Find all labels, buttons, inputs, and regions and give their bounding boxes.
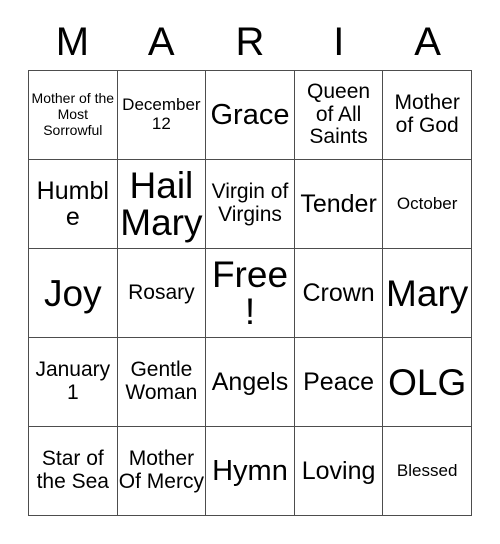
header-letter-2: A	[147, 20, 175, 64]
bingo-cell[interactable]: Mother Of Mercy	[117, 427, 207, 516]
bingo-cell-label: Humble	[36, 176, 109, 231]
bingo-cell-label: Angels	[211, 367, 289, 396]
bingo-cell[interactable]: January 1	[29, 338, 118, 427]
bingo-card: M A R I A Mother of the Most Sorrowful D…	[28, 14, 472, 516]
bingo-grid: Mother of the Most Sorrowful December 12…	[28, 70, 472, 516]
bingo-cell[interactable]: Peace	[294, 338, 384, 427]
bingo-cell[interactable]: Mary	[383, 249, 472, 338]
bingo-cell[interactable]: Rosary	[117, 249, 207, 338]
header-letter-4: I	[333, 20, 345, 64]
bingo-cell[interactable]: Star of the Sea	[29, 427, 118, 516]
bingo-cell[interactable]: Gentle Woman	[117, 338, 207, 427]
bingo-cell-label: Mother of God	[394, 91, 460, 137]
bingo-cell-label: Joy	[44, 272, 102, 314]
bingo-cell-label: Rosary	[128, 280, 195, 304]
bingo-cell-label: Peace	[303, 367, 375, 396]
bingo-cell[interactable]: Grace	[206, 71, 295, 160]
bingo-header-row: M A R I A	[28, 14, 472, 70]
bingo-row: January 1 Gentle Woman Angels Peace OLG	[29, 338, 472, 427]
bingo-cell-label: January 1	[35, 358, 111, 404]
bingo-cell-label: Mother Of Mercy	[118, 447, 204, 493]
bingo-cell-label: Loving	[301, 456, 376, 485]
bingo-cell-label: Blessed	[396, 460, 458, 480]
bingo-cell-label: October	[396, 193, 458, 213]
bingo-cell-label: Crown	[302, 278, 375, 307]
bingo-cell-label: Star of the Sea	[36, 447, 109, 493]
header-letter-5: A	[414, 20, 441, 64]
bingo-cell[interactable]: Humble	[29, 160, 118, 249]
bingo-row: Mother of the Most Sorrowful December 12…	[29, 71, 472, 160]
bingo-cell[interactable]: Virgin of Virgins	[206, 160, 295, 249]
bingo-cell-label: Hymn	[212, 454, 288, 487]
bingo-cell-label: Free!	[211, 254, 289, 332]
bingo-cell[interactable]: Mother of God	[383, 71, 472, 160]
bingo-cell[interactable]: October	[383, 160, 472, 249]
header-letter-1: M	[55, 20, 90, 64]
bingo-cell[interactable]: Joy	[29, 249, 118, 338]
bingo-row: Joy Rosary Free! Crown Mary	[29, 249, 472, 338]
bingo-row: Star of the Sea Mother Of Mercy Hymn Lov…	[29, 427, 472, 516]
bingo-cell-label: Mother of the Most Sorrowful	[31, 90, 115, 138]
bingo-cell-label: Gentle Woman	[125, 358, 198, 404]
bingo-cell[interactable]: Hymn	[206, 427, 295, 516]
bingo-cell-label: December 12	[122, 95, 201, 133]
bingo-cell[interactable]: Tender	[294, 160, 384, 249]
bingo-cell[interactable]: OLG	[383, 338, 472, 427]
bingo-cell-label: Grace	[210, 98, 290, 131]
bingo-cell[interactable]: Crown	[294, 249, 384, 338]
bingo-cell-label: Queen of All Saints	[307, 79, 371, 149]
bingo-cell[interactable]: Queen of All Saints	[294, 71, 384, 160]
bingo-cell[interactable]: Angels	[206, 338, 295, 427]
bingo-row: Humble Hail Mary Virgin of Virgins Tende…	[29, 160, 472, 249]
bingo-cell[interactable]: Mother of the Most Sorrowful	[29, 71, 118, 160]
bingo-cell[interactable]: Blessed	[383, 427, 472, 516]
bingo-cell-label: Tender	[300, 189, 377, 218]
bingo-cell-free-space[interactable]: Free!	[206, 249, 295, 338]
bingo-cell-label: Mary	[386, 272, 469, 314]
bingo-cell[interactable]: Hail Mary	[117, 160, 207, 249]
bingo-cell-label: OLG	[388, 361, 467, 403]
header-letter-3: R	[235, 20, 265, 64]
bingo-cell[interactable]: Loving	[294, 427, 384, 516]
bingo-cell-label: Hail Mary	[120, 165, 203, 243]
bingo-cell[interactable]: December 12	[117, 71, 207, 160]
bingo-cell-label: Virgin of Virgins	[211, 180, 289, 226]
